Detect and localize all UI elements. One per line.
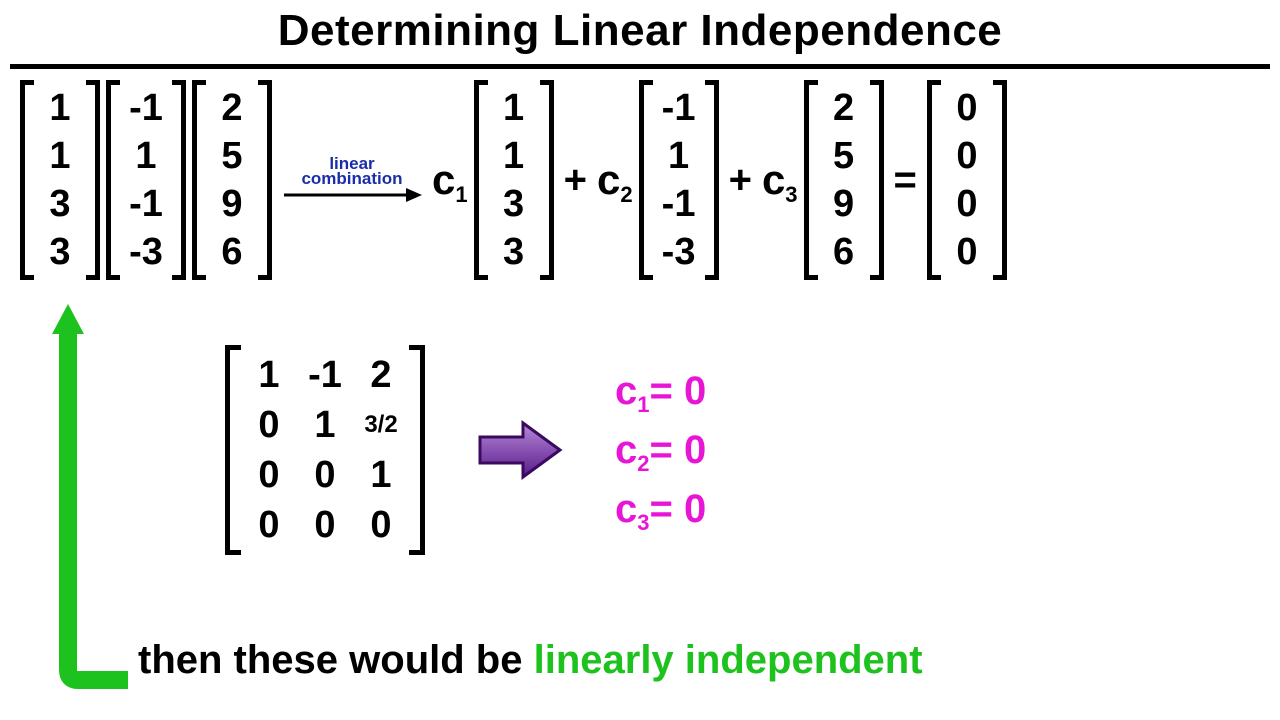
equation-row: 1 1 3 3 -1 1 -1 -3 2 5 9 6 linear combin… — [20, 80, 1270, 280]
vector-1: 1 1 3 3 — [20, 80, 100, 280]
reduced-matrix: 1 -1 2 0 1 3/2 0 0 1 0 0 0 — [225, 345, 425, 555]
plus-1: + — [560, 158, 591, 203]
equals: = — [890, 158, 921, 203]
solutions: c1 = 0 c2 = 0 c3 = 0 — [615, 369, 706, 532]
v1e2: 3 — [40, 180, 80, 228]
green-arrow-icon — [38, 300, 138, 700]
sol-c1: c1 = 0 — [615, 369, 706, 414]
v2e2: -1 — [126, 180, 166, 228]
coef-c2: c2 — [597, 156, 633, 204]
plus-2: + — [725, 158, 756, 203]
divider — [10, 64, 1270, 69]
v3e3: 6 — [212, 228, 252, 276]
conclusion-prefix: then these would be — [138, 638, 534, 682]
v2e1: 1 — [126, 132, 166, 180]
v3e2: 9 — [212, 180, 252, 228]
vector-2b: -1 1 -1 -3 — [639, 80, 719, 280]
coef-c3: c3 — [762, 156, 798, 204]
zero-vector: 0 0 0 0 — [927, 80, 1007, 280]
middle-row: 1 -1 2 0 1 3/2 0 0 1 0 0 0 c1 = 0 c2 — [225, 345, 706, 555]
vector-1b: 1 1 3 3 — [474, 80, 554, 280]
page-title: Determining Linear Independence — [0, 0, 1280, 64]
conclusion-text: then these would be linearly independent — [138, 638, 923, 683]
coef-c1: c1 — [432, 156, 468, 204]
vector-3: 2 5 9 6 — [192, 80, 272, 280]
v3e1: 5 — [212, 132, 252, 180]
v2e0: -1 — [126, 84, 166, 132]
vector-2: -1 1 -1 -3 — [106, 80, 186, 280]
v1e0: 1 — [40, 84, 80, 132]
sol-c2: c2 = 0 — [615, 428, 706, 473]
v1e3: 3 — [40, 228, 80, 276]
v1e1: 1 — [40, 132, 80, 180]
conclusion-highlight: linearly independent — [534, 638, 923, 682]
implies-arrow-icon — [475, 415, 565, 485]
v3e0: 2 — [212, 84, 252, 132]
linear-combination-arrow: linear combination — [282, 155, 422, 205]
vector-3b: 2 5 9 6 — [804, 80, 884, 280]
sol-c3: c3 = 0 — [615, 487, 706, 532]
arrow-icon — [282, 185, 422, 205]
v2e3: -3 — [126, 228, 166, 276]
